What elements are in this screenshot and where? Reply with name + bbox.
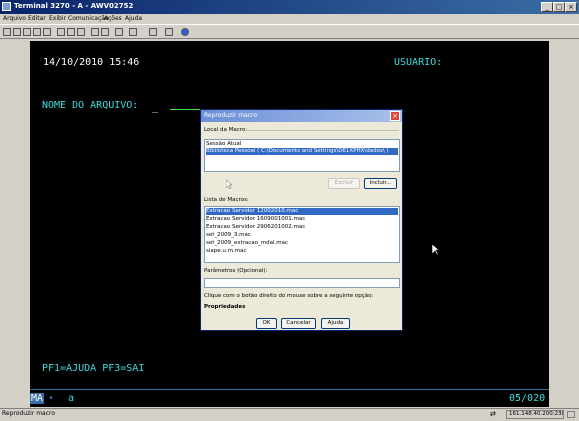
terminal-app-icon	[2, 2, 11, 11]
terminal-cursor[interactable]: _	[152, 102, 158, 113]
terminal-pf-keys: PF1=AJUDA PF3=SAI	[42, 363, 145, 374]
location-divider	[246, 130, 399, 131]
macro-list-label: Lista de Macros:	[204, 197, 249, 203]
window-titlebar: Terminal 3270 - A - AWV02752 _ □ ×	[0, 0, 579, 14]
include-button[interactable]: Incluir...	[364, 178, 397, 189]
macro-record-icon[interactable]	[57, 28, 65, 36]
terminal-oia-line: MA • a 05/020	[30, 389, 549, 407]
menu-bar: Arquivo Editar Exibir Comunicação Ações …	[0, 14, 579, 24]
mouse-pointer-icon	[432, 244, 440, 256]
dialog-title: Reproduzir macro	[204, 112, 258, 119]
location-list[interactable]: Sessão Atual Biblioteca Pessoal ( C:\Doc…	[204, 139, 400, 172]
settings-icon[interactable]	[115, 28, 123, 36]
help-icon[interactable]	[181, 28, 189, 36]
menu-arquivo[interactable]: Arquivo	[3, 15, 26, 22]
copy-icon[interactable]	[13, 28, 21, 36]
connect-icon[interactable]	[91, 28, 99, 36]
receive-icon[interactable]	[43, 28, 51, 36]
macro-list[interactable]: Extracao Servidor 12002010.mac Extracao …	[204, 206, 400, 263]
terminal-lock-icon: •	[48, 393, 55, 404]
print-icon[interactable]	[3, 28, 11, 36]
macro-item[interactable]: Extracao Servidor 2906201002.mac	[206, 224, 305, 231]
macro-item[interactable]: set_2009_extracao_mdal.mac	[206, 240, 288, 247]
macro-item[interactable]: Extracao Servidor 12002010.mac	[206, 208, 398, 215]
resize-grip-icon[interactable]	[567, 411, 575, 418]
terminal-datetime: 14/10/2010 15:46	[43, 57, 140, 68]
macro-play-icon[interactable]	[67, 28, 75, 36]
status-text: Reproduzir macro	[2, 410, 56, 417]
paste-icon[interactable]	[23, 28, 31, 36]
host-address: 161.148.40.200:23000	[506, 410, 564, 419]
dialog-pointer-icon	[226, 180, 233, 190]
stop-icon[interactable]	[165, 28, 173, 36]
remove-button[interactable]: Excluir	[328, 178, 360, 189]
camera-icon[interactable]	[129, 28, 137, 36]
location-item[interactable]: Sessão Atual	[206, 141, 241, 148]
gear-icon[interactable]	[149, 28, 157, 36]
terminal-cursor-position: 05/020	[509, 393, 546, 404]
properties-link[interactable]: Propriedades	[204, 304, 245, 310]
ok-button[interactable]: OK	[256, 318, 277, 329]
close-button[interactable]: ×	[565, 2, 577, 12]
macro-item[interactable]: siape.u.m.mac	[206, 248, 246, 255]
cancel-button[interactable]: Cancelar	[281, 318, 316, 329]
menu-exibir[interactable]: Exibir	[49, 15, 66, 22]
toolbar	[0, 24, 579, 39]
minimize-button[interactable]: _	[541, 2, 553, 12]
menu-acoes[interactable]: Ações	[104, 15, 122, 22]
location-item[interactable]: Biblioteca Pessoal ( C:\Documents and Se…	[206, 148, 398, 155]
params-label: Parâmetros (Opcional):	[204, 268, 268, 274]
terminal-user-label: USUARIO:	[394, 57, 443, 68]
menu-comunicacao[interactable]: Comunicação	[68, 15, 109, 22]
maximize-button[interactable]: □	[553, 2, 565, 12]
disconnect-icon[interactable]	[101, 28, 109, 36]
dialog-close-button[interactable]: ×	[390, 111, 400, 121]
keypad-icon[interactable]	[77, 28, 85, 36]
macro-item[interactable]: Extracao Servidor 1609001001.mac	[206, 216, 305, 223]
dialog-titlebar: Reproduzir macro ×	[201, 110, 402, 122]
macro-item[interactable]: set_2009_3.mac	[206, 232, 251, 239]
connection-icon: ⇄	[490, 410, 496, 418]
params-input[interactable]	[204, 278, 400, 288]
menu-editar[interactable]: Editar	[28, 15, 46, 22]
status-bar: Reproduzir macro ⇄ 161.148.40.200:23000	[0, 408, 579, 421]
terminal-mode-indicator: MA	[30, 393, 45, 404]
send-icon[interactable]	[33, 28, 41, 36]
terminal-file-label: NOME DO ARQUIVO:	[42, 100, 139, 111]
location-label: Local da Macro:	[204, 127, 248, 133]
window-title: Terminal 3270 - A - AWV02752	[14, 2, 134, 10]
play-macro-dialog: Reproduzir macro × Local da Macro: Sessã…	[200, 109, 403, 331]
menu-ajuda[interactable]: Ajuda	[125, 15, 142, 22]
help-button[interactable]: Ajuda	[321, 318, 350, 329]
terminal-status-indicator: a	[68, 393, 75, 404]
hint-text: Clique com o botão direito do mouse sobr…	[204, 293, 374, 299]
